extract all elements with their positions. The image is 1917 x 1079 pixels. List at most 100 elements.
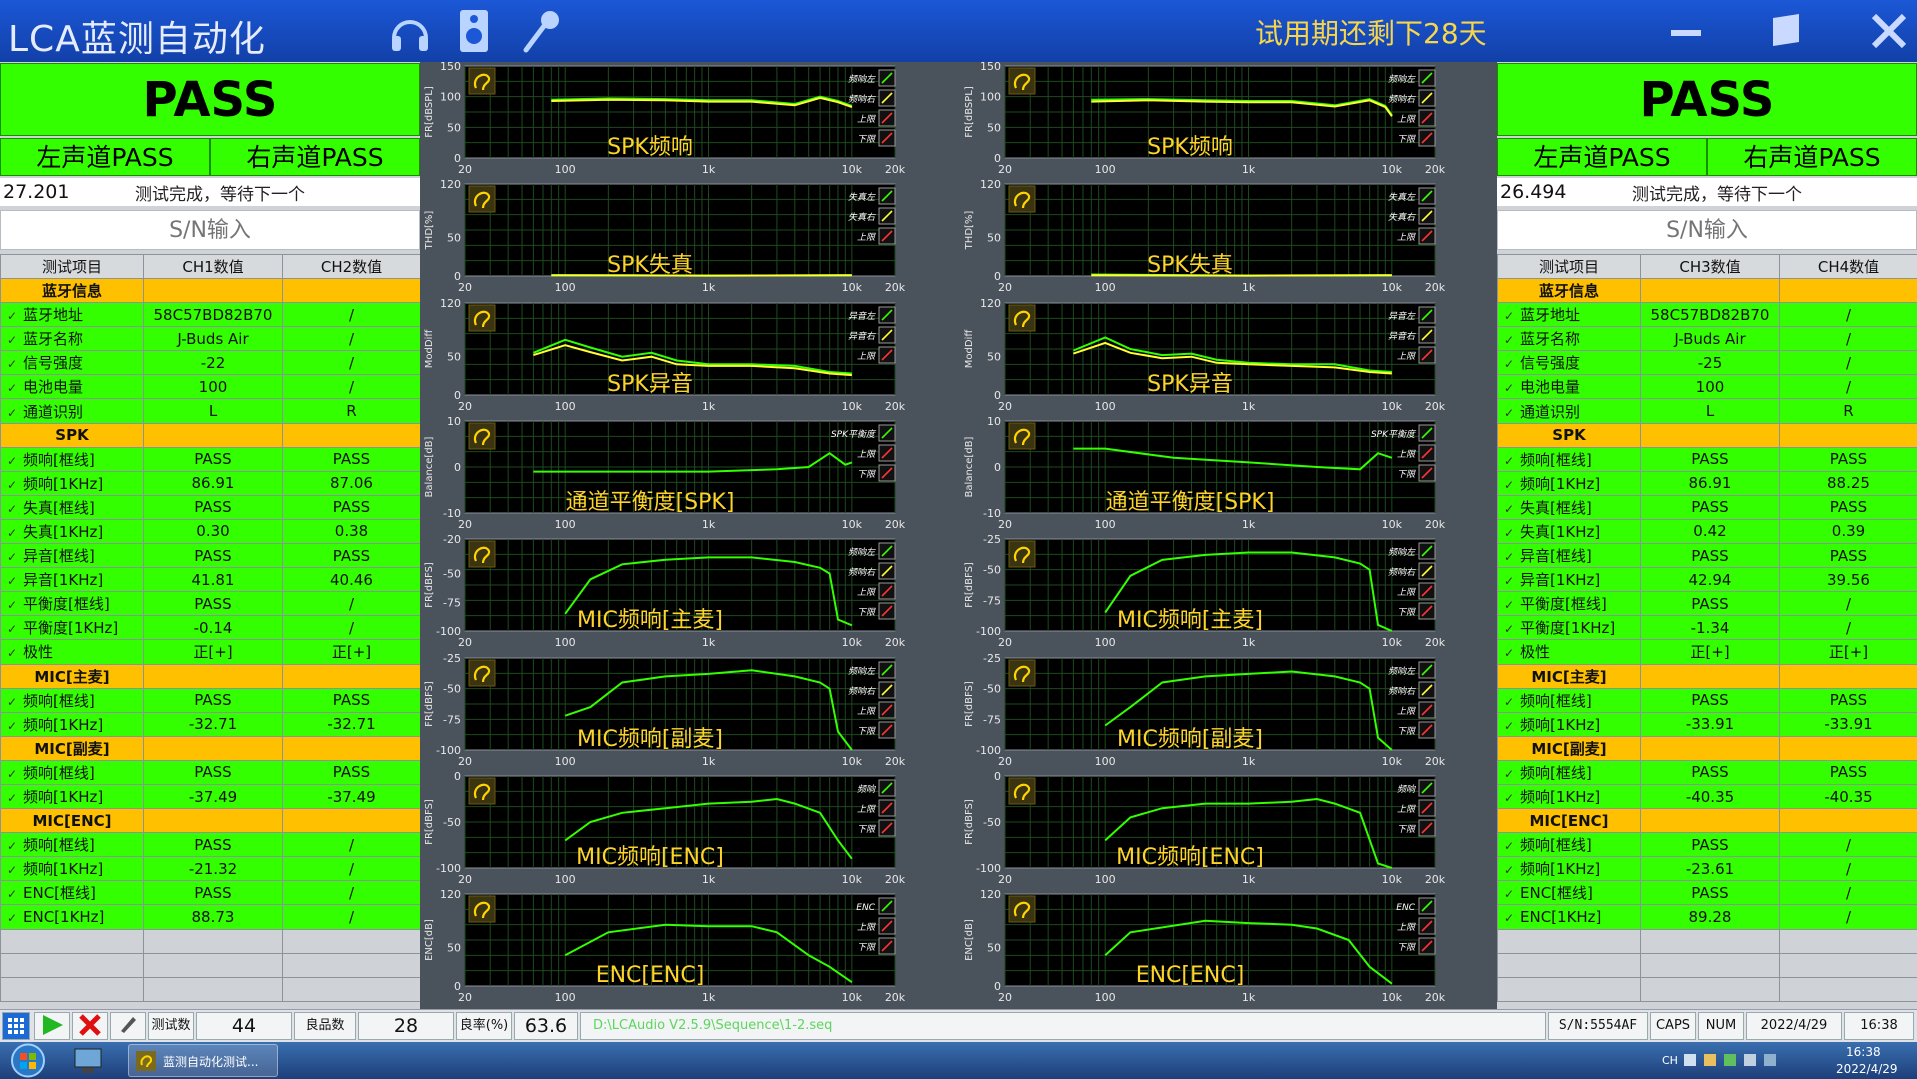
table-row[interactable]: ✓ 异音[1KHz] 42.94 39.56 bbox=[1497, 567, 1917, 593]
legend-swatch-icon[interactable] bbox=[878, 779, 896, 797]
check-icon[interactable]: ✓ bbox=[7, 695, 23, 709]
legend-swatch-icon[interactable] bbox=[1418, 721, 1436, 738]
edit-icon[interactable] bbox=[110, 1012, 146, 1040]
legend-swatch-icon[interactable] bbox=[1418, 542, 1436, 560]
legend-swatch-icon[interactable] bbox=[878, 917, 896, 935]
table-row[interactable]: ✓ 频响[框线] PASS / bbox=[1497, 832, 1917, 858]
legend-swatch-icon[interactable] bbox=[1418, 602, 1436, 620]
legend-swatch-icon[interactable] bbox=[1418, 89, 1436, 107]
legend-swatch-icon[interactable] bbox=[878, 661, 896, 678]
legend-swatch-icon[interactable] bbox=[878, 464, 896, 482]
stop-icon[interactable] bbox=[72, 1012, 108, 1040]
check-icon[interactable]: ✓ bbox=[1504, 839, 1520, 853]
legend-swatch-icon[interactable] bbox=[1418, 799, 1436, 817]
table-row[interactable]: ✓ 频响[1KHz] -33.91 -33.91 bbox=[1497, 711, 1917, 737]
legend-swatch-icon[interactable] bbox=[878, 227, 896, 245]
check-icon[interactable]: ✓ bbox=[7, 333, 23, 347]
legend-swatch-icon[interactable] bbox=[878, 187, 896, 205]
table-row[interactable]: ✓ 平衡度[1KHz] -0.14/ bbox=[0, 615, 421, 641]
table-row[interactable]: ✓ 通道识别 L R bbox=[0, 398, 421, 424]
check-icon[interactable]: ✓ bbox=[1504, 333, 1520, 347]
check-icon[interactable]: ✓ bbox=[7, 622, 23, 636]
table-row[interactable]: ✓ 频响[框线] PASS PASS bbox=[1497, 446, 1917, 472]
check-icon[interactable]: ✓ bbox=[7, 646, 23, 660]
check-icon[interactable]: ✓ bbox=[1504, 767, 1520, 781]
legend-swatch-icon[interactable] bbox=[878, 582, 896, 600]
table-row[interactable]: ✓ 异音[框线] PASS PASS bbox=[0, 543, 421, 569]
table-row[interactable]: ✓ 失真[框线] PASS PASS bbox=[0, 494, 421, 520]
legend-swatch-icon[interactable] bbox=[878, 937, 896, 955]
tray-icons[interactable] bbox=[1680, 1052, 1780, 1068]
check-icon[interactable]: ✓ bbox=[1504, 381, 1520, 395]
table-row[interactable]: ✓ 平衡度[框线] PASS / bbox=[0, 591, 421, 617]
check-icon[interactable]: ✓ bbox=[7, 309, 23, 323]
check-icon[interactable]: ✓ bbox=[1504, 911, 1520, 925]
legend-swatch-icon[interactable] bbox=[1418, 779, 1436, 797]
table-row[interactable]: ✓ 电池电量 100/ bbox=[1497, 374, 1917, 400]
table-row[interactable]: ✓ 蓝牙地址 58C57BD82B70/ bbox=[1497, 302, 1917, 328]
restore-icon[interactable] bbox=[1763, 8, 1809, 54]
table-row[interactable]: ✓ 频响[1KHz] -40.35 -40.35 bbox=[1497, 783, 1917, 810]
check-icon[interactable]: ✓ bbox=[1504, 695, 1520, 709]
check-icon[interactable]: ✓ bbox=[1504, 478, 1520, 492]
check-icon[interactable]: ✓ bbox=[1504, 598, 1520, 612]
headphone-icon[interactable] bbox=[388, 8, 432, 54]
check-icon[interactable]: ✓ bbox=[1504, 887, 1520, 901]
check-icon[interactable]: ✓ bbox=[7, 839, 23, 853]
legend-swatch-icon[interactable] bbox=[1418, 701, 1436, 718]
legend-swatch-icon[interactable] bbox=[1418, 207, 1436, 225]
check-icon[interactable]: ✓ bbox=[1504, 526, 1520, 540]
table-row[interactable]: ✓ 蓝牙名称 J-Buds Air / bbox=[1497, 326, 1917, 352]
check-icon[interactable]: ✓ bbox=[1504, 454, 1520, 468]
check-icon[interactable]: ✓ bbox=[7, 767, 23, 781]
table-row[interactable]: ✓ 蓝牙地址 58C57BD82B70/ bbox=[0, 302, 421, 328]
legend-swatch-icon[interactable] bbox=[878, 306, 896, 324]
legend-swatch-icon[interactable] bbox=[1418, 227, 1436, 245]
table-row[interactable]: ✓ 极性 正[+] 正[+] bbox=[1497, 639, 1917, 665]
legend-swatch-icon[interactable] bbox=[1418, 681, 1436, 698]
legend-swatch-icon[interactable] bbox=[878, 602, 896, 620]
table-row[interactable]: ✓ 蓝牙名称 J-Buds Air / bbox=[0, 326, 421, 352]
check-icon[interactable]: ✓ bbox=[7, 502, 23, 516]
legend-swatch-icon[interactable] bbox=[1418, 464, 1436, 482]
table-row[interactable]: ✓ 通道识别 L R bbox=[1497, 398, 1917, 424]
check-icon[interactable]: ✓ bbox=[7, 526, 23, 540]
legend-swatch-icon[interactable] bbox=[1418, 444, 1436, 462]
check-icon[interactable]: ✓ bbox=[1504, 622, 1520, 636]
table-row[interactable]: ✓ 异音[1KHz] 41.81 40.46 bbox=[0, 567, 421, 593]
table-row[interactable]: ✓ 信号强度 -22/ bbox=[0, 350, 421, 376]
table-row[interactable]: ✓ 频响[1KHz] -21.32/ bbox=[0, 856, 421, 882]
legend-swatch-icon[interactable] bbox=[878, 129, 896, 147]
legend-swatch-icon[interactable] bbox=[878, 346, 896, 364]
ime-indicator[interactable]: CH bbox=[1662, 1054, 1678, 1067]
legend-swatch-icon[interactable] bbox=[1418, 661, 1436, 678]
table-row[interactable]: ✓ 频响[1KHz] 86.91 88.25 bbox=[1497, 470, 1917, 496]
computer-icon[interactable] bbox=[72, 1046, 104, 1076]
table-row[interactable]: ✓ 失真[1KHz] 0.42 0.39 bbox=[1497, 518, 1917, 545]
legend-swatch-icon[interactable] bbox=[1418, 109, 1436, 127]
start-orb-icon[interactable] bbox=[6, 1043, 50, 1078]
legend-swatch-icon[interactable] bbox=[878, 542, 896, 560]
legend-swatch-icon[interactable] bbox=[1418, 937, 1436, 955]
table-row[interactable]: ✓ 失真[1KHz] 0.30 0.38 bbox=[0, 518, 421, 545]
check-icon[interactable]: ✓ bbox=[7, 478, 23, 492]
check-icon[interactable]: ✓ bbox=[7, 406, 23, 420]
table-row[interactable]: ✓ 电池电量 100/ bbox=[0, 374, 421, 400]
legend-swatch-icon[interactable] bbox=[878, 444, 896, 462]
check-icon[interactable]: ✓ bbox=[1504, 309, 1520, 323]
table-row[interactable]: ✓ 频响[框线] PASS / bbox=[0, 832, 421, 858]
run-icon[interactable] bbox=[34, 1012, 70, 1040]
check-icon[interactable]: ✓ bbox=[7, 381, 23, 395]
check-icon[interactable]: ✓ bbox=[1504, 791, 1520, 805]
check-icon[interactable]: ✓ bbox=[7, 550, 23, 564]
table-row[interactable]: ✓ ENC[1KHz] 89.28/ bbox=[1497, 904, 1917, 930]
legend-swatch-icon[interactable] bbox=[878, 562, 896, 580]
table-row[interactable]: ✓ 频响[框线] PASS PASS bbox=[0, 759, 421, 785]
sn-input[interactable] bbox=[0, 210, 420, 250]
legend-swatch-icon[interactable] bbox=[1418, 69, 1436, 87]
table-row[interactable]: ✓ 平衡度[框线] PASS / bbox=[1497, 591, 1917, 617]
legend-swatch-icon[interactable] bbox=[878, 721, 896, 738]
check-icon[interactable]: ✓ bbox=[7, 887, 23, 901]
minimize-icon[interactable] bbox=[1663, 8, 1709, 54]
check-icon[interactable]: ✓ bbox=[1504, 357, 1520, 371]
